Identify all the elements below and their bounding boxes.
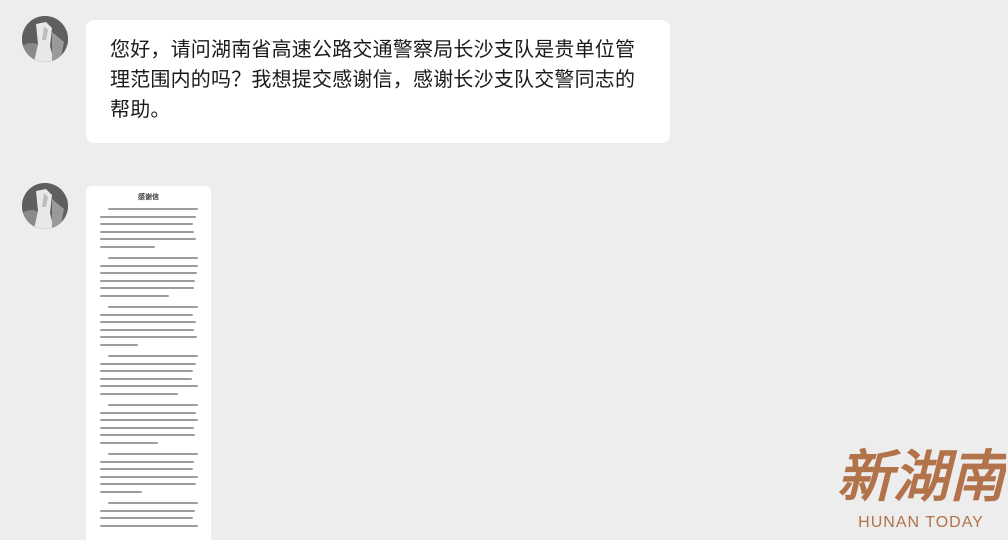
document-text-line	[108, 257, 198, 259]
document-text-line	[108, 453, 198, 455]
message-text: 您好，请问湖南省高速公路交通警察局长沙支队是贵单位管理范围内的吗？我想提交感谢信…	[110, 37, 636, 121]
document-text-line	[100, 419, 198, 422]
document-text-line	[100, 279, 196, 282]
document-text-line	[100, 362, 196, 365]
document-text-line	[100, 230, 194, 233]
document-text-line	[100, 411, 196, 414]
document-text-line	[100, 393, 179, 395]
document-text-line	[100, 475, 198, 478]
document-text-line	[100, 223, 193, 226]
avatar-icon	[22, 183, 68, 229]
document-title: 感谢信	[138, 192, 159, 201]
document-text-line	[100, 377, 193, 380]
document-text-line	[108, 404, 198, 406]
document-text-line	[108, 306, 198, 308]
document-text-line	[100, 460, 195, 463]
document-text-line	[100, 509, 195, 512]
document-text-line	[100, 238, 196, 241]
document-text-line	[100, 344, 138, 346]
watermark-subtitle: HUNAN TODAY	[858, 514, 984, 531]
document-text-line	[100, 468, 194, 471]
document-text-line	[100, 524, 198, 527]
avatar-icon	[22, 16, 68, 62]
document-text-line	[100, 426, 194, 429]
document-text-line	[100, 215, 197, 218]
avatar[interactable]	[22, 183, 68, 229]
document-text-line	[100, 295, 170, 297]
document-text-line	[100, 385, 198, 388]
document-text-line	[100, 336, 198, 339]
document-text-line	[108, 502, 198, 504]
document-text-line	[100, 272, 197, 275]
document-image-attachment[interactable]: 感谢信	[86, 186, 211, 540]
document-text-line	[108, 208, 198, 210]
document-text-line	[100, 517, 194, 520]
watermark-logo-icon: 新湖南	[837, 444, 1006, 510]
document-text-line	[100, 442, 158, 444]
document-text-line	[100, 264, 198, 267]
watermark-logo: 新湖南 HUNAN TODAY	[836, 436, 1006, 540]
document-text-line	[100, 328, 194, 331]
document-text-line	[100, 434, 196, 437]
document-text-line	[100, 370, 194, 373]
document-text-line	[100, 483, 196, 486]
document-text-line	[100, 287, 195, 290]
avatar[interactable]	[22, 16, 68, 62]
document-text-line	[100, 491, 142, 493]
document-text-line	[100, 313, 193, 316]
svg-text:新湖南: 新湖南	[837, 444, 1006, 510]
document-text-line	[100, 321, 196, 324]
document-text-line	[100, 246, 156, 248]
document-text-line	[108, 355, 198, 357]
